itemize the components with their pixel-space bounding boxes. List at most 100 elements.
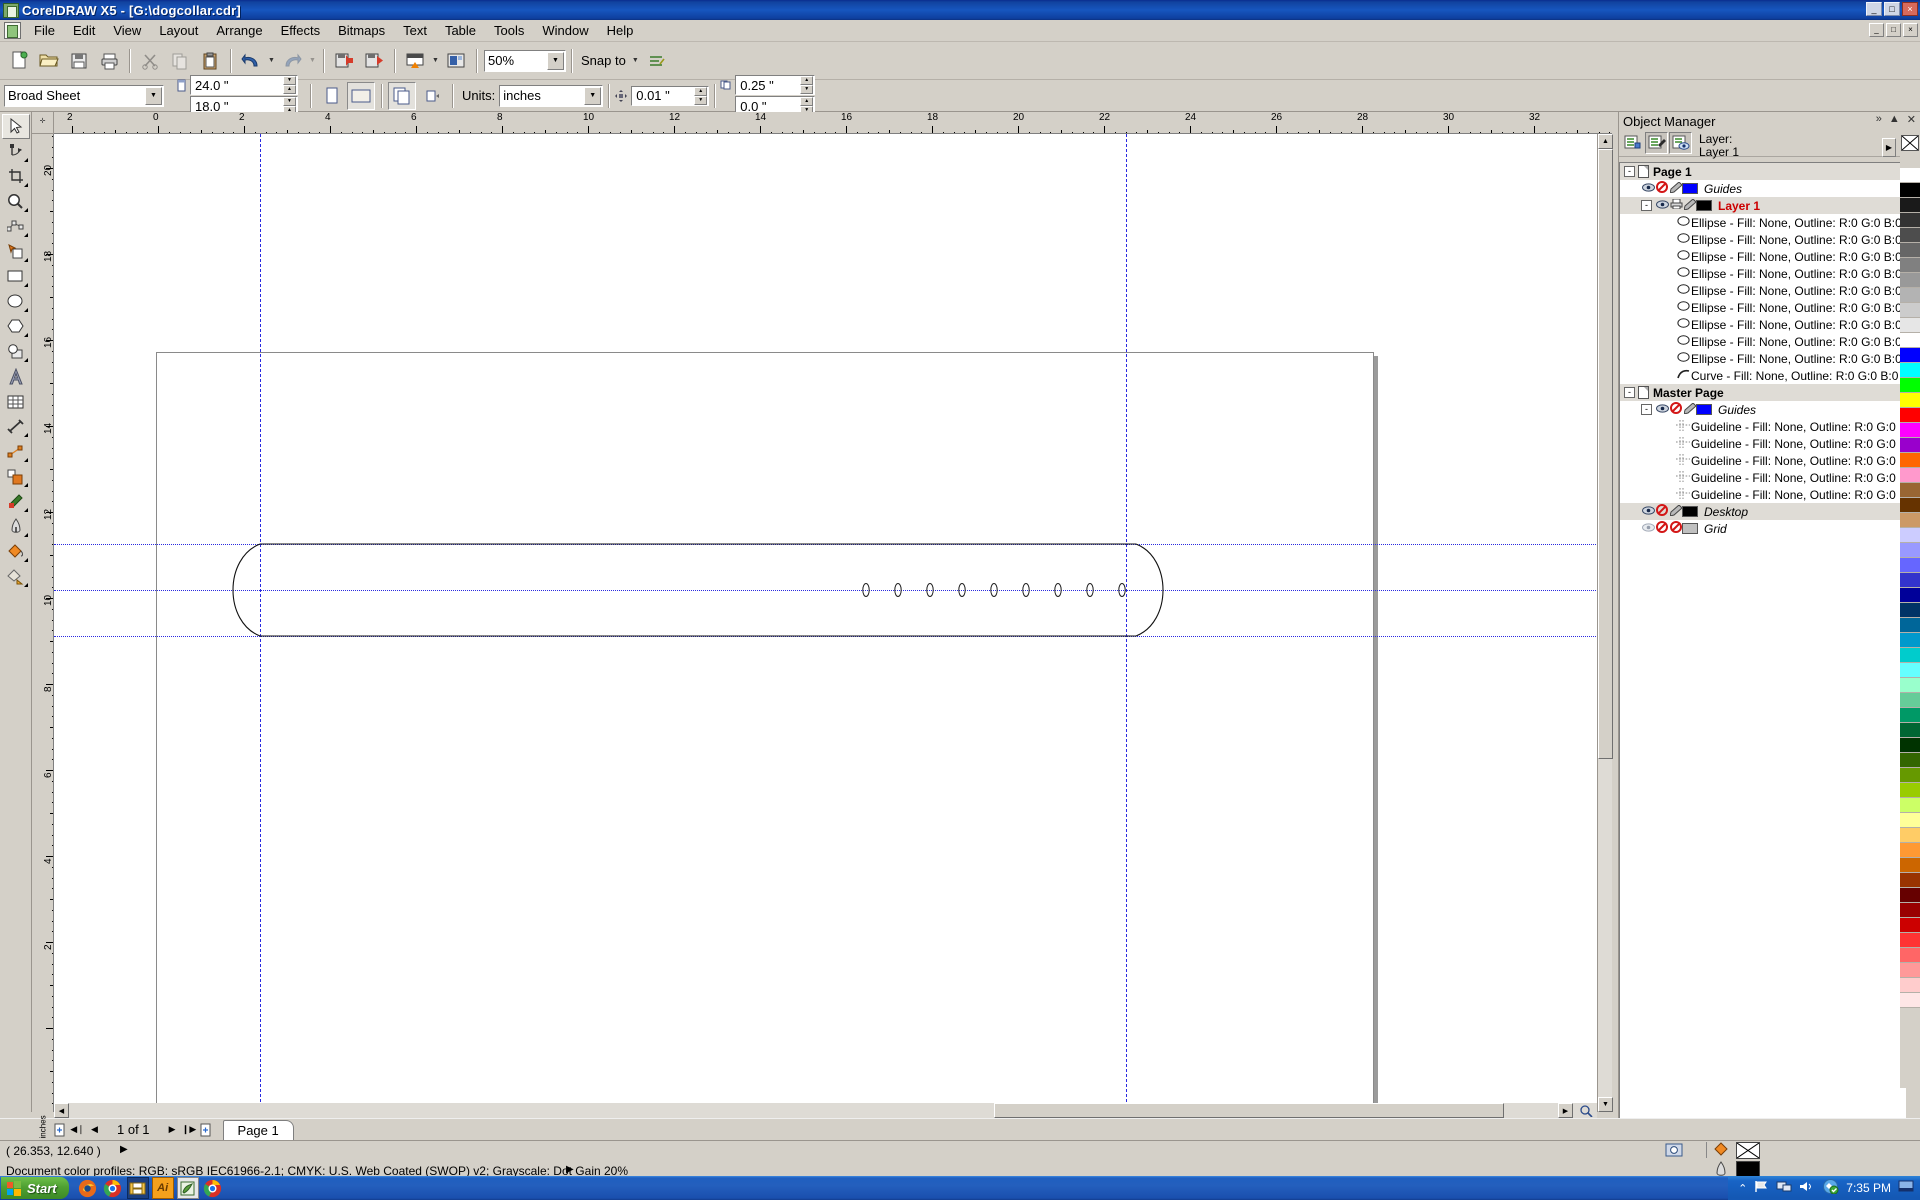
palette-color-swatch[interactable] xyxy=(1900,438,1920,453)
scroll-down-button[interactable]: ▼ xyxy=(1598,1097,1613,1112)
nudge-offset-value[interactable]: 0.01 " xyxy=(632,88,694,103)
palette-header[interactable] xyxy=(1900,134,1920,168)
palette-color-swatch[interactable] xyxy=(1900,948,1920,963)
vertical-ruler[interactable]: 2 4 6 8 10 12 14 16 18 20 xyxy=(32,134,54,1112)
palette-color-swatch[interactable] xyxy=(1900,348,1920,363)
corel-connect-icon[interactable] xyxy=(442,47,470,75)
rectangle-tool[interactable] xyxy=(2,264,30,289)
scissors-icon[interactable] xyxy=(136,47,164,75)
chevrons-up-icon[interactable]: ⌃ xyxy=(1738,1182,1747,1195)
dropbox-icon[interactable] xyxy=(1822,1179,1839,1197)
paper-type-value[interactable]: Broad Sheet xyxy=(5,87,145,105)
object-tree-row[interactable]: Guides xyxy=(1620,180,1906,197)
palette-color-swatch[interactable] xyxy=(1900,408,1920,423)
taskbar-clock[interactable]: 7:35 PM xyxy=(1846,1181,1891,1195)
object-tree[interactable]: - Page 1 Guides - Layer 1 Ellipse - Fill: Non… xyxy=(1619,162,1906,1192)
doc-restore-button[interactable]: □ xyxy=(1886,23,1901,37)
paper-type-combo[interactable]: Broad Sheet ▼ xyxy=(3,83,165,108)
drawing-canvas[interactable] xyxy=(54,134,1612,1112)
palette-color-swatch[interactable] xyxy=(1900,543,1920,558)
zoom-dropdown-arrow-icon[interactable]: ▼ xyxy=(547,51,564,70)
folder-icon[interactable] xyxy=(126,1177,149,1199)
units-combo[interactable]: inches ▼ xyxy=(498,83,605,108)
launcher-icon[interactable] xyxy=(401,47,429,75)
palette-color-swatch[interactable] xyxy=(1900,828,1920,843)
close-icon[interactable]: ✕ xyxy=(1907,113,1916,126)
palette-color-swatch[interactable] xyxy=(1900,258,1920,273)
palette-color-swatch[interactable] xyxy=(1900,378,1920,393)
object-tree-row[interactable]: Guideline - Fill: None, Outline: R:0 G:0… xyxy=(1620,435,1906,452)
freehand-tool[interactable] xyxy=(2,214,30,239)
dimension-tool[interactable] xyxy=(2,414,30,439)
show-desktop-icon[interactable] xyxy=(1898,1180,1914,1196)
palette-color-swatch[interactable] xyxy=(1900,168,1920,183)
palette-color-swatch[interactable] xyxy=(1900,693,1920,708)
object-tree-row[interactable]: Grid xyxy=(1620,520,1906,537)
menu-file[interactable]: File xyxy=(25,21,64,40)
menu-help[interactable]: Help xyxy=(598,21,643,40)
snap-to-dropdown-arrow-icon[interactable]: ▼ xyxy=(630,47,641,75)
menu-arrange[interactable]: Arrange xyxy=(207,21,271,40)
minimize-button[interactable]: _ xyxy=(1866,2,1882,16)
layer-color-swatch[interactable] xyxy=(1696,404,1712,415)
menu-edit[interactable]: Edit xyxy=(64,21,104,40)
object-tree-row[interactable]: Guideline - Fill: None, Outline: R:0 G:0… xyxy=(1620,418,1906,435)
layer-color-swatch[interactable] xyxy=(1682,523,1698,534)
palette-color-swatch[interactable] xyxy=(1900,633,1920,648)
redo-dropdown-arrow-icon[interactable]: ▼ xyxy=(307,47,318,75)
smart-fill-tool[interactable] xyxy=(2,239,30,264)
palette-color-swatch[interactable] xyxy=(1900,708,1920,723)
palette-color-swatch[interactable] xyxy=(1900,483,1920,498)
undo-arrow-icon[interactable] xyxy=(237,47,265,75)
all-pages-icon[interactable] xyxy=(388,81,416,110)
close-button[interactable]: × xyxy=(1902,2,1918,16)
table-tool[interactable] xyxy=(2,389,30,414)
start-button[interactable]: Start xyxy=(1,1177,69,1199)
pick-tool[interactable] xyxy=(1,114,30,139)
print-disabled-icon[interactable] xyxy=(1655,181,1669,196)
zoom-level-value[interactable]: 50% xyxy=(485,52,547,70)
palette-color-swatch[interactable] xyxy=(1900,978,1920,993)
text-tool[interactable] xyxy=(2,364,30,389)
object-properties-icon[interactable] xyxy=(1621,132,1644,154)
horizontal-ruler[interactable]: 2 0 2 4 6 8 10 12 14 16 18 20 22 24 26 28 30 32 xyxy=(54,112,1612,134)
palette-color-swatch[interactable] xyxy=(1900,603,1920,618)
launcher-dropdown-arrow-icon[interactable]: ▼ xyxy=(430,47,441,75)
color-profiles-arrow-icon[interactable]: ▶ xyxy=(566,1164,574,1175)
fill-none-swatch[interactable] xyxy=(1736,1142,1760,1159)
palette-color-swatch[interactable] xyxy=(1900,783,1920,798)
interactive-fill-tool[interactable] xyxy=(2,564,30,589)
object-tree-row[interactable]: Ellipse - Fill: None, Outline: R:0 G:0 B… xyxy=(1620,248,1906,265)
dog-collar-outline[interactable] xyxy=(208,538,1188,642)
nudge-offset-stepper[interactable]: ▲ ▼ xyxy=(694,86,708,105)
palette-color-swatch[interactable] xyxy=(1900,498,1920,513)
page-width-value[interactable]: 24.0 " xyxy=(191,78,283,93)
menu-table[interactable]: Table xyxy=(436,21,485,40)
document-icon[interactable] xyxy=(4,22,21,39)
palette-color-swatch[interactable] xyxy=(1900,228,1920,243)
palette-color-swatch[interactable] xyxy=(1900,768,1920,783)
polygon-tool[interactable] xyxy=(2,314,30,339)
palette-color-swatch[interactable] xyxy=(1900,933,1920,948)
speaker-icon[interactable] xyxy=(1799,1180,1815,1196)
units-dropdown-arrow-icon[interactable]: ▼ xyxy=(584,86,602,105)
object-tree-row[interactable]: Ellipse - Fill: None, Outline: R:0 G:0 B… xyxy=(1620,299,1906,316)
object-tree-row[interactable]: Guideline - Fill: None, Outline: R:0 G:0… xyxy=(1620,469,1906,486)
palette-color-swatch[interactable] xyxy=(1900,183,1920,198)
ruler-origin-icon[interactable]: ✛ xyxy=(32,112,54,134)
coordinates-expander-arrow-icon[interactable]: ▶ xyxy=(120,1144,128,1155)
palette-color-swatch[interactable] xyxy=(1900,618,1920,633)
palette-color-swatch[interactable] xyxy=(1900,903,1920,918)
crop-tool[interactable] xyxy=(2,164,30,189)
layer-color-swatch[interactable] xyxy=(1696,200,1712,211)
palette-color-swatch[interactable] xyxy=(1900,813,1920,828)
visibility-eye-icon[interactable] xyxy=(1641,182,1655,195)
palette-color-swatch[interactable] xyxy=(1900,513,1920,528)
print-disabled-icon[interactable] xyxy=(1669,402,1683,417)
printer-icon[interactable] xyxy=(1669,198,1683,212)
docker-options-arrow-icon[interactable]: ▶ xyxy=(1882,138,1896,157)
printer-icon[interactable] xyxy=(95,47,123,75)
edit-across-layers-icon[interactable] xyxy=(1645,132,1668,154)
print-disabled-icon[interactable] xyxy=(1655,521,1669,536)
chevrons-right-icon[interactable]: » xyxy=(1876,113,1882,126)
